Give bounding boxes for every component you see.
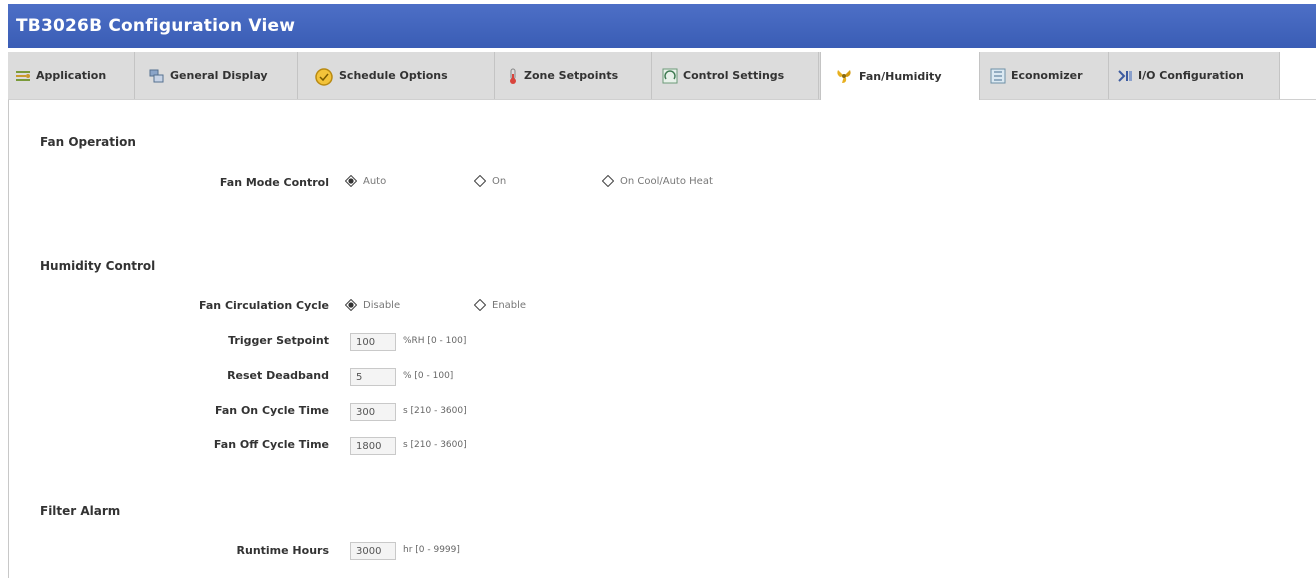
radio-label: Disable	[363, 299, 401, 311]
radio-unselected-icon	[474, 299, 486, 311]
fan-on-cycle-time-unit: s [210 - 3600]	[403, 406, 467, 416]
radio-fan-mode-on[interactable]: On	[474, 175, 506, 187]
display-icon	[148, 67, 166, 85]
radio-circulation-disable[interactable]: Disable	[345, 299, 400, 311]
reset-deadband-unit: % [0 - 100]	[403, 371, 454, 381]
economizer-icon	[989, 67, 1007, 85]
radio-fan-mode-auto[interactable]: Auto	[345, 175, 386, 187]
radio-label: On Cool/Auto Heat	[620, 175, 713, 187]
tab-label: Zone Setpoints	[524, 69, 619, 82]
tab-label: Economizer	[1011, 69, 1083, 82]
tab-label: Schedule Options	[339, 69, 448, 82]
control-icon	[661, 67, 679, 85]
radio-selected-icon	[345, 175, 357, 187]
tab-fan-humidity[interactable]: Fan/Humidity	[820, 52, 980, 100]
radio-selected-icon	[345, 299, 357, 311]
section-heading-filter-alarm: Filter Alarm	[40, 504, 121, 518]
runtime-hours-unit: hr [0 - 9999]	[403, 545, 460, 555]
fan-off-cycle-time-label: Fan Off Cycle Time	[213, 438, 329, 451]
io-icon	[1116, 67, 1134, 85]
tab-application[interactable]: Application	[8, 52, 135, 99]
radio-label: Enable	[492, 299, 527, 311]
runtime-hours-input[interactable]	[350, 542, 396, 560]
tab-bar: Application General Display Schedule Opt…	[8, 48, 1316, 100]
radio-circulation-enable[interactable]: Enable	[474, 299, 526, 311]
radio-label: On	[492, 175, 507, 187]
tab-control-settings[interactable]: Control Settings	[653, 52, 819, 99]
tab-label: Control Settings	[683, 69, 785, 82]
application-icon	[14, 67, 32, 85]
fan-off-cycle-time-unit: s [210 - 3600]	[403, 440, 467, 450]
tab-io-configuration[interactable]: I/O Configuration	[1110, 52, 1280, 99]
section-heading-fan-operation: Fan Operation	[40, 135, 136, 149]
reset-deadband-label: Reset Deadband	[227, 369, 329, 382]
trigger-setpoint-unit: %RH [0 - 100]	[403, 336, 467, 346]
fan-circulation-cycle-label: Fan Circulation Cycle	[198, 299, 329, 312]
radio-unselected-icon	[602, 175, 614, 187]
fan-on-cycle-time-label: Fan On Cycle Time	[215, 404, 329, 417]
fan-mode-control-label: Fan Mode Control	[219, 176, 329, 189]
tab-general-display[interactable]: General Display	[136, 52, 298, 99]
clock-icon	[313, 67, 335, 86]
tab-economizer[interactable]: Economizer	[981, 52, 1109, 99]
radio-fan-mode-on-cool-auto-heat[interactable]: On Cool/Auto Heat	[602, 175, 713, 187]
window-title: TB3026B Configuration View	[8, 4, 1316, 48]
tab-zone-setpoints[interactable]: Zone Setpoints	[496, 52, 652, 99]
trigger-setpoint-input[interactable]	[350, 333, 396, 351]
tab-label: General Display	[170, 69, 268, 82]
tab-label: I/O Configuration	[1138, 69, 1244, 82]
fan-on-cycle-time-input[interactable]	[350, 403, 396, 421]
tab-schedule-options[interactable]: Schedule Options	[299, 52, 495, 99]
runtime-hours-label: Runtime Hours	[236, 544, 329, 557]
fan-off-cycle-time-input[interactable]	[350, 437, 396, 455]
trigger-setpoint-label: Trigger Setpoint	[228, 334, 329, 347]
fan-icon	[833, 67, 855, 85]
tab-label: Fan/Humidity	[859, 69, 942, 83]
tab-label: Application	[36, 69, 107, 82]
reset-deadband-input[interactable]	[350, 368, 396, 386]
radio-unselected-icon	[474, 175, 486, 187]
section-heading-humidity-control: Humidity Control	[40, 259, 156, 273]
radio-label: Auto	[363, 175, 387, 187]
tab-panel-fan-humidity: Fan Operation Fan Mode Control Auto On O…	[9, 101, 1315, 578]
thermometer-icon	[506, 67, 520, 85]
